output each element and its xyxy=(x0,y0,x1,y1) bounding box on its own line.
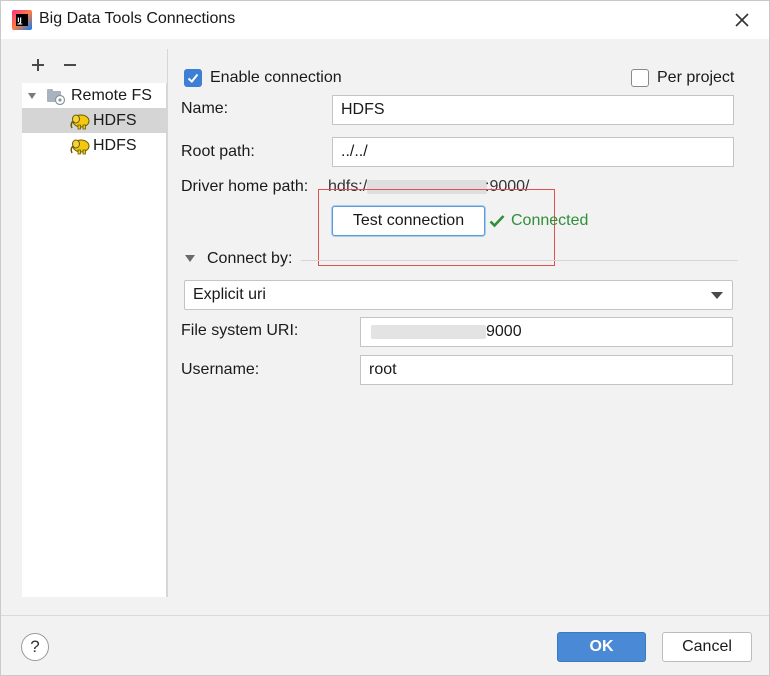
name-input-value: HDFS xyxy=(341,101,385,118)
tree-group-remote-fs[interactable]: Remote FS xyxy=(22,83,167,108)
svg-text:IJ: IJ xyxy=(17,17,21,24)
section-collapse-arrow-icon[interactable] xyxy=(185,255,195,263)
minus-icon xyxy=(64,64,76,66)
tree-item-label: HDFS xyxy=(93,136,137,154)
section-separator xyxy=(301,260,738,261)
per-project-label[interactable]: Per project xyxy=(657,69,734,87)
name-label: Name: xyxy=(181,100,229,117)
name-input[interactable]: HDFS xyxy=(332,95,734,125)
file-system-uri-label: File system URI: xyxy=(181,322,299,339)
remove-connection-button[interactable] xyxy=(58,53,82,77)
tree-group-label: Remote FS xyxy=(71,86,152,104)
remote-fs-icon xyxy=(47,88,66,105)
file-system-uri-value: 9000 xyxy=(486,323,522,340)
tree-item-label: HDFS xyxy=(93,111,137,129)
collapse-arrow-icon[interactable] xyxy=(27,91,37,101)
footer-separator xyxy=(1,615,769,616)
help-button[interactable]: ? xyxy=(21,633,49,661)
root-path-label: Root path: xyxy=(181,143,255,160)
connect-by-selected-value: Explicit uri xyxy=(193,286,266,303)
tree-item-hdfs-1[interactable]: HDFS xyxy=(22,108,167,133)
connections-dialog: IJ Big Data Tools Connections Remote FS … xyxy=(0,0,770,676)
dropdown-arrow-icon xyxy=(711,292,723,299)
plus-icon xyxy=(32,59,44,71)
intellij-app-icon: IJ xyxy=(12,10,32,30)
connection-status: Connected xyxy=(489,212,588,230)
title-bar: IJ Big Data Tools Connections xyxy=(1,1,769,39)
root-path-input[interactable]: ../../ xyxy=(332,137,734,167)
add-connection-button[interactable] xyxy=(26,53,50,77)
username-label: Username: xyxy=(181,361,260,378)
close-icon xyxy=(735,13,749,27)
checkmark-icon xyxy=(187,73,199,83)
connection-status-text: Connected xyxy=(511,212,589,229)
hdfs-elephant-icon xyxy=(70,114,90,129)
connections-toolbar xyxy=(21,53,167,81)
connect-by-select[interactable]: Explicit uri xyxy=(184,280,733,310)
panel-divider[interactable] xyxy=(167,49,168,597)
root-path-input-value: ../../ xyxy=(341,143,368,160)
cancel-button[interactable]: Cancel xyxy=(662,632,752,662)
check-icon xyxy=(489,215,505,228)
close-button[interactable] xyxy=(729,7,755,33)
username-input[interactable]: root xyxy=(360,355,733,385)
connect-by-label[interactable]: Connect by: xyxy=(207,250,292,268)
file-system-uri-input[interactable]: 9000 xyxy=(360,317,733,347)
test-connection-button[interactable]: Test connection xyxy=(332,206,485,236)
connections-tree: Remote FS HDFS HDFS xyxy=(22,83,167,597)
hdfs-elephant-icon xyxy=(70,139,90,154)
enable-connection-checkbox[interactable] xyxy=(184,69,202,87)
tree-item-hdfs-2[interactable]: HDFS xyxy=(22,133,167,158)
username-input-value: root xyxy=(369,361,397,378)
redacted-uri xyxy=(371,325,486,339)
window-title: Big Data Tools Connections xyxy=(39,10,236,27)
enable-connection-label[interactable]: Enable connection xyxy=(210,69,342,87)
ok-button[interactable]: OK xyxy=(557,632,646,662)
per-project-checkbox[interactable] xyxy=(631,69,649,87)
driver-home-path-label: Driver home path: xyxy=(181,178,309,195)
